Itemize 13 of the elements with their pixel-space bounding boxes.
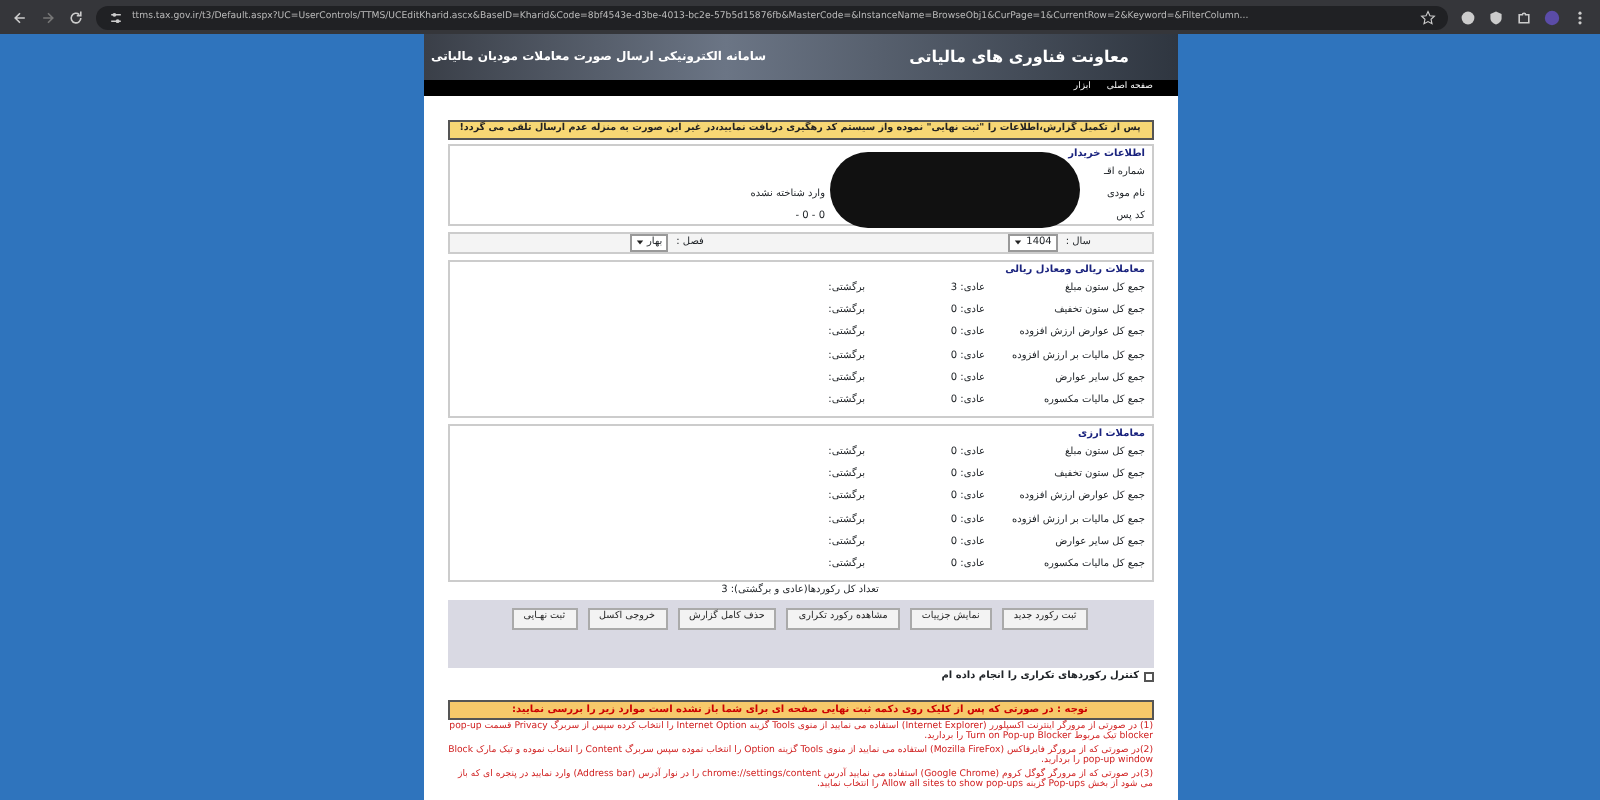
agency-title: معاونت فناوری های مالیاتی (909, 47, 1129, 67)
star-icon[interactable] (1420, 9, 1436, 25)
extension-icon[interactable] (1460, 9, 1476, 25)
site-info-icon[interactable] (108, 9, 124, 25)
back-icon[interactable] (12, 9, 28, 25)
shield-icon[interactable] (1488, 9, 1504, 25)
caret-icon (635, 238, 643, 247)
puzzle-icon[interactable] (1516, 9, 1532, 25)
forward-icon[interactable] (40, 9, 56, 25)
address-bar[interactable] (96, 5, 1448, 29)
reload-icon[interactable] (68, 9, 84, 25)
caret-icon (1014, 238, 1023, 247)
checkbox[interactable] (1143, 671, 1153, 682)
